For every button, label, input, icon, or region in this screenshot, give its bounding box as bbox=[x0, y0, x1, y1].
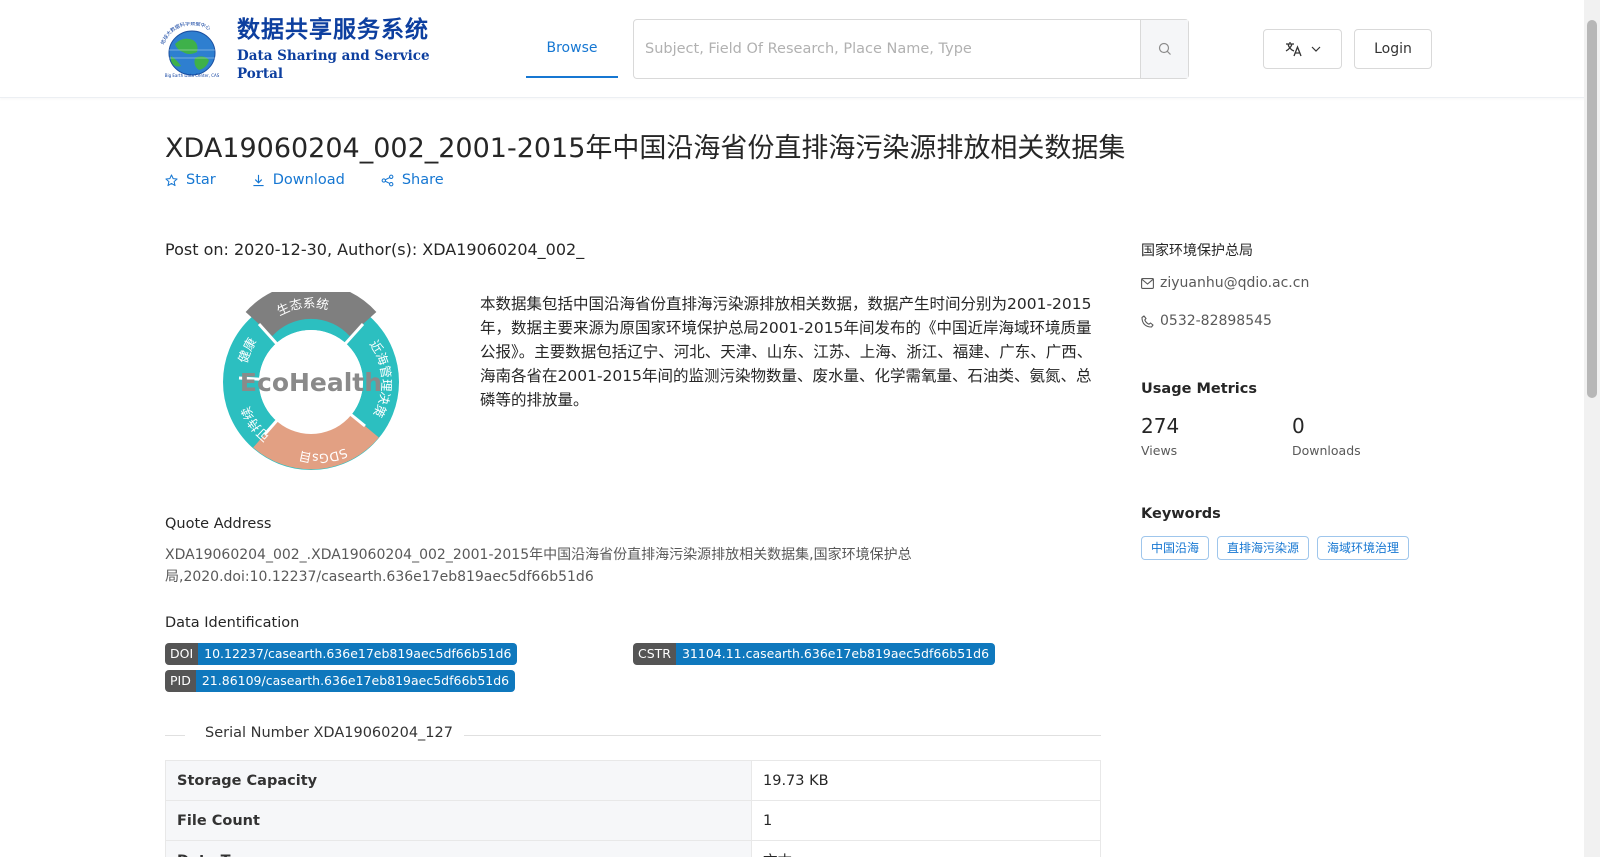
table-value-data-type: 文本 bbox=[751, 840, 1101, 857]
table-value-file-count: 1 bbox=[751, 800, 1101, 841]
doi-badge-value: 10.12237/casearth.636e17eb819aec5df66b51… bbox=[198, 643, 518, 665]
pid-badge-value: 21.86109/casearth.636e17eb819aec5df66b51… bbox=[195, 670, 516, 692]
page-scrollbar[interactable] bbox=[1584, 0, 1600, 857]
table-row: File Count 1 bbox=[165, 800, 1101, 841]
share-button[interactable]: Share bbox=[381, 172, 444, 188]
email-text: ziyuanhu@qdio.ac.cn bbox=[1160, 275, 1310, 291]
doi-badge-key: DOI bbox=[165, 643, 199, 665]
post-info: Post on: 2020-12-30, Author(s): XDA19060… bbox=[165, 240, 585, 259]
chevron-down-icon bbox=[1311, 46, 1320, 52]
cstr-badge-key: CSTR bbox=[633, 643, 676, 665]
share-icon bbox=[381, 174, 394, 186]
pid-badge-key: PID bbox=[165, 670, 196, 692]
language-selector[interactable] bbox=[1263, 29, 1342, 69]
star-label: Star bbox=[186, 172, 216, 188]
views-count: 274 bbox=[1141, 414, 1180, 438]
star-icon bbox=[165, 173, 178, 186]
serial-number: Serial Number XDA19060204_127 bbox=[205, 725, 453, 741]
dataset-info-table: Storage Capacity 19.73 KB File Count 1 D… bbox=[165, 760, 1101, 857]
downloads-label: Downloads bbox=[1292, 443, 1361, 458]
quote-address-text: XDA19060204_002_.XDA19060204_002_2001-20… bbox=[165, 547, 912, 585]
keyword-tag[interactable]: 海域环境治理 bbox=[1317, 536, 1410, 560]
table-value-storage: 19.73 KB bbox=[751, 760, 1101, 801]
contact-email[interactable]: ziyuanhu@qdio.ac.cn bbox=[1141, 275, 1309, 291]
contact-phone[interactable]: 0532-82898545 bbox=[1141, 313, 1272, 329]
views-label: Views bbox=[1141, 443, 1178, 458]
keyword-tag[interactable]: 直排海污染源 bbox=[1217, 536, 1310, 560]
dataset-cover-image: EcoHealth 生态系统 近海管理决策 SDGs目标 可持续 健康 bbox=[213, 280, 403, 472]
top-header: 地球大数据科学数据中心 Big Earth Data Center, CAS 数… bbox=[0, 0, 1600, 98]
keyword-tag[interactable]: 中国沿海 bbox=[1141, 536, 1210, 560]
translate-icon bbox=[1285, 42, 1302, 57]
logo-ring-en: Big Earth Data Center, CAS bbox=[165, 73, 220, 78]
table-key-file-count: File Count bbox=[165, 800, 752, 841]
globe-logo-icon: 地球大数据科学数据中心 Big Earth Data Center, CAS bbox=[159, 22, 220, 78]
doi-badge[interactable]: DOI 10.12237/casearth.636e17eb819aec5df6… bbox=[165, 643, 518, 665]
share-label: Share bbox=[401, 172, 444, 188]
phone-icon bbox=[1141, 314, 1154, 328]
identifier-row-2: PID 21.86109/casearth.636e17eb819aec5df6… bbox=[165, 670, 516, 692]
search-bar bbox=[633, 19, 1189, 79]
organization-name: 国家环境保护总局 bbox=[1141, 243, 1253, 259]
downloads-count: 0 bbox=[1292, 414, 1305, 438]
ecohealth-center-label: EcoHealth bbox=[240, 368, 382, 397]
cstr-badge-value: 31104.11.casearth.636e17eb819aec5df66b51… bbox=[675, 643, 996, 665]
table-key-storage: Storage Capacity bbox=[165, 760, 752, 801]
star-button[interactable]: Star bbox=[165, 172, 216, 188]
data-identification-label: Data Identification bbox=[165, 615, 300, 631]
ecohealth-diagram: EcoHealth 生态系统 近海管理决策 SDGs目标 可持续 健康 bbox=[213, 280, 399, 470]
dataset-actions: Star Download Share bbox=[165, 172, 480, 188]
table-row: Storage Capacity 19.73 KB bbox=[165, 760, 1101, 801]
serial-number-divider: Serial Number XDA19060204_127 bbox=[165, 725, 1101, 745]
search-input[interactable] bbox=[634, 20, 1140, 78]
phone-text: 0532-82898545 bbox=[1160, 313, 1272, 329]
pid-badge[interactable]: PID 21.86109/casearth.636e17eb819aec5df6… bbox=[165, 670, 516, 692]
keywords-title: Keywords bbox=[1141, 506, 1221, 522]
logo-title-zh: 数据共享服务系统 bbox=[237, 17, 429, 43]
download-label: Download bbox=[272, 172, 345, 188]
download-icon bbox=[253, 174, 264, 186]
divider-line-right bbox=[464, 735, 1101, 736]
download-button[interactable]: Download bbox=[252, 172, 345, 188]
divider-line-left bbox=[165, 735, 185, 736]
identifier-row-1: DOI 10.12237/casearth.636e17eb819aec5df6… bbox=[165, 643, 518, 665]
table-key-data-type: Data Type bbox=[165, 840, 752, 857]
keywords-list: 中国沿海 直排海污染源 海域环境治理 bbox=[1141, 536, 1410, 560]
cstr-badge[interactable]: CSTR 31104.11.casearth.636e17eb819aec5df… bbox=[633, 643, 996, 665]
search-button[interactable] bbox=[1140, 20, 1188, 78]
dataset-description: 本数据集包括中国沿海省份直排海污染源排放相关数据，数据产生时间分别为2001-2… bbox=[480, 295, 1093, 409]
dataset-title: XDA19060204_002_2001-2015年中国沿海省份直排海污染源排放… bbox=[165, 133, 1126, 164]
mail-icon bbox=[1141, 277, 1154, 289]
table-row: Data Type 文本 bbox=[165, 840, 1101, 857]
logo-title-en: Data Sharing and Service Portal bbox=[237, 48, 430, 82]
usage-metrics-title: Usage Metrics bbox=[1141, 381, 1257, 397]
identifier-row-1b: CSTR 31104.11.casearth.636e17eb819aec5df… bbox=[633, 643, 996, 665]
site-logo[interactable]: 地球大数据科学数据中心 Big Earth Data Center, CAS 数… bbox=[153, 17, 438, 82]
search-icon bbox=[1158, 42, 1171, 55]
nav-browse-tab[interactable]: Browse bbox=[526, 0, 618, 78]
login-button[interactable]: Login bbox=[1354, 29, 1432, 69]
scrollbar-thumb[interactable] bbox=[1587, 20, 1597, 398]
quote-address-label: Quote Address bbox=[165, 516, 272, 532]
